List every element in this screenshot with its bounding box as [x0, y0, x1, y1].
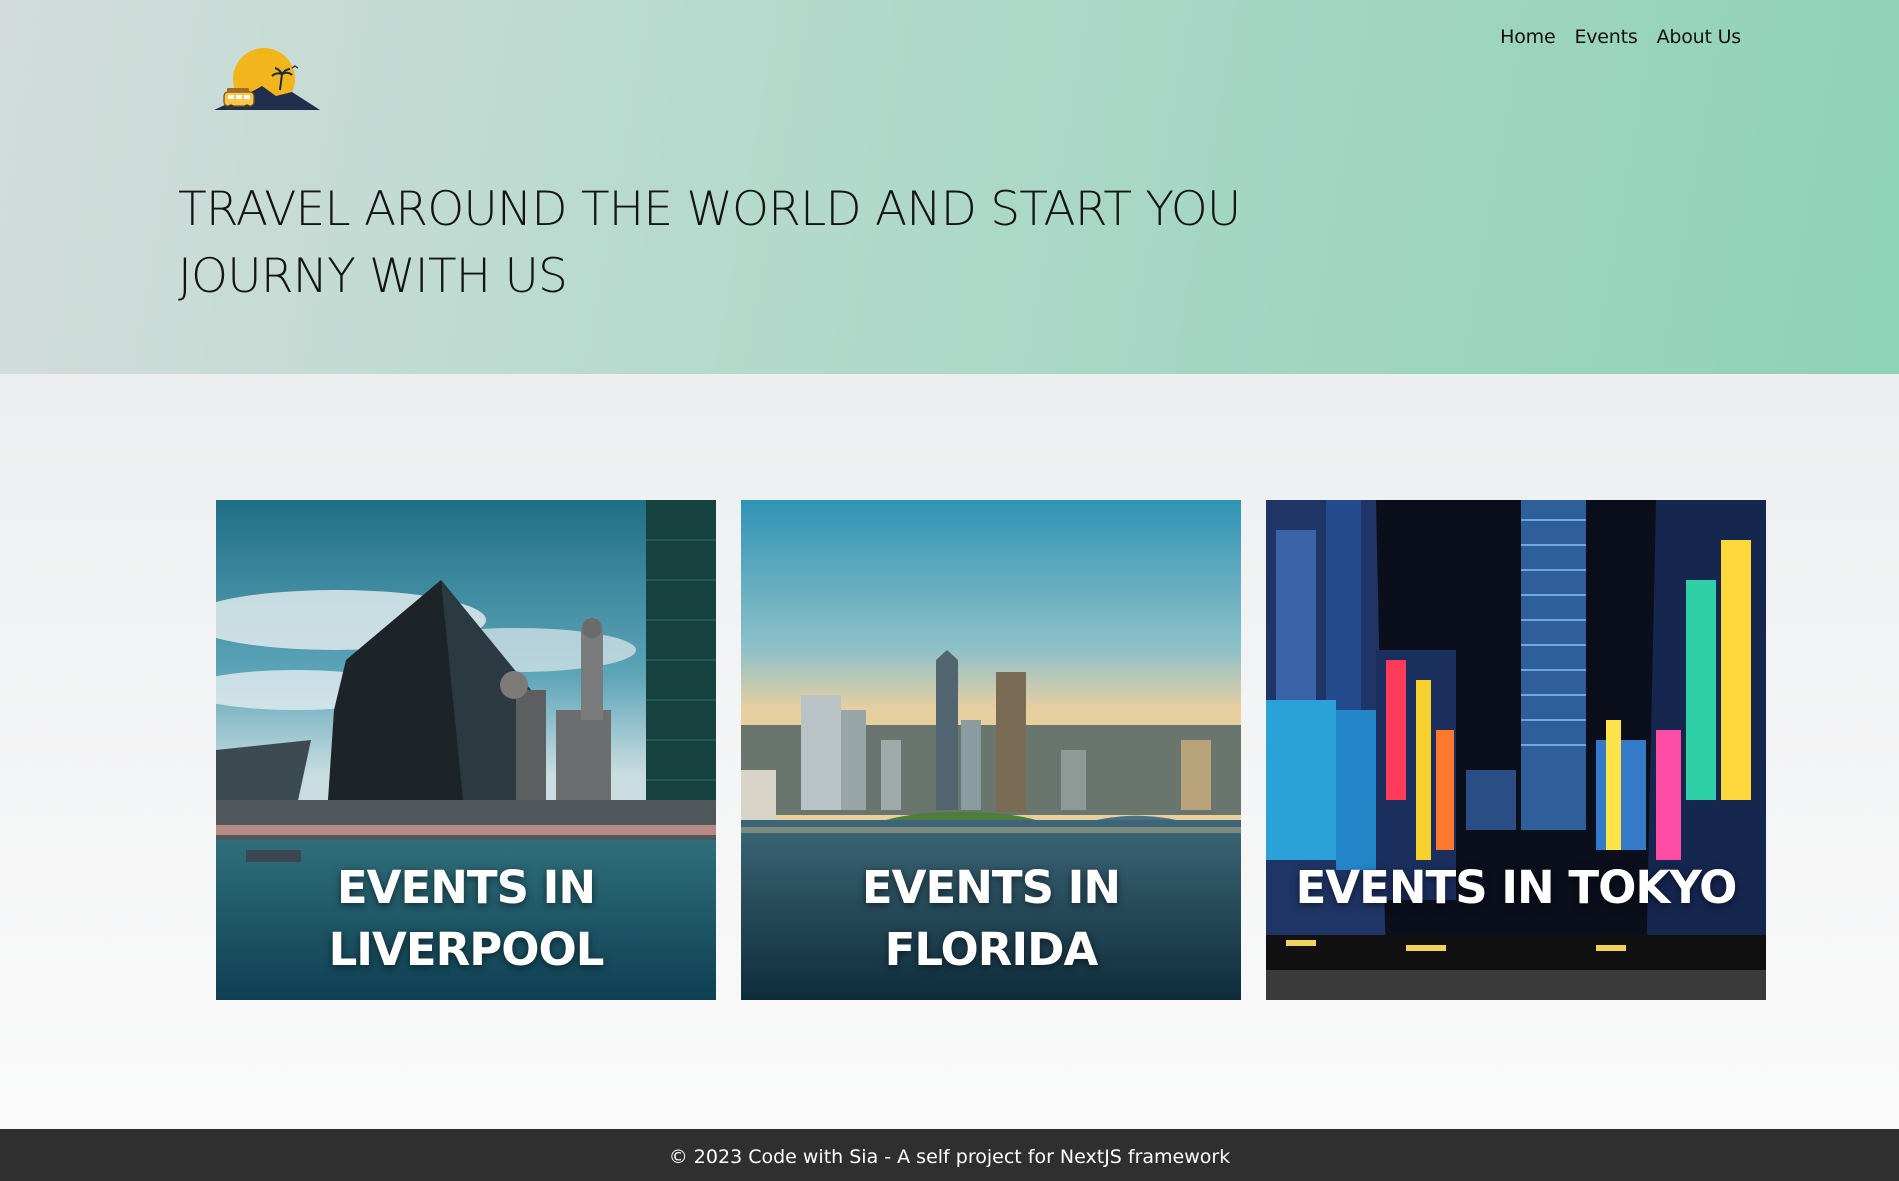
- hero-headline: TRAVEL AROUND THE WORLD AND START YOU JO…: [178, 182, 1241, 304]
- event-card-liverpool[interactable]: EVENTS IN LIVERPOOL: [216, 500, 716, 1000]
- hero-header: Home Events About Us TRAVEL AROUND THE W…: [0, 0, 1899, 374]
- event-card-title: EVENTS IN LIVERPOOL: [328, 861, 605, 976]
- event-card-tokyo[interactable]: EVENTS IN TOKYO: [1266, 500, 1766, 1000]
- footer-copyright: © 2023 Code with Sia - A self project fo…: [668, 1146, 1231, 1168]
- event-card-title: EVENTS IN FLORIDA: [861, 861, 1121, 976]
- event-card-florida[interactable]: EVENTS IN FLORIDA: [741, 500, 1241, 1000]
- nav-home-link[interactable]: Home: [1500, 26, 1556, 48]
- event-card-title: EVENTS IN TOKYO: [1295, 861, 1738, 914]
- nav-events-link[interactable]: Events: [1574, 26, 1637, 48]
- tokyo-street-photo-icon: [1266, 500, 1766, 1000]
- main-nav: Home Events About Us: [1500, 26, 1741, 48]
- logo-icon[interactable]: [214, 46, 320, 114]
- nav-about-link[interactable]: About Us: [1657, 26, 1742, 48]
- footer: © 2023 Code with Sia - A self project fo…: [0, 1129, 1899, 1181]
